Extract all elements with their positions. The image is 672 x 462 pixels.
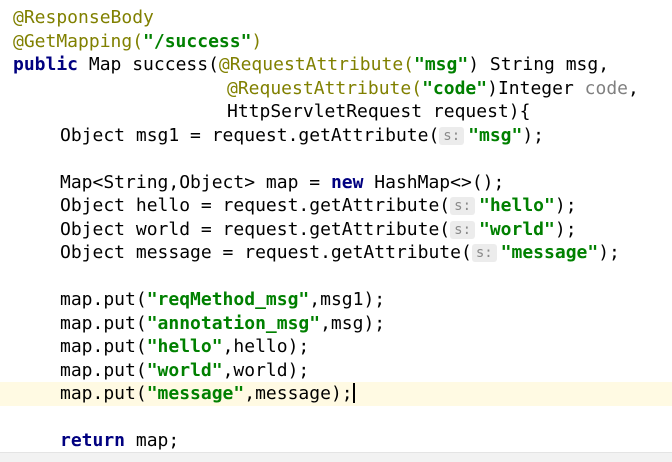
code-token: ,msg); [320,312,386,334]
code-token: map.put( [60,289,147,310]
code-line-14: map.put("annotation_msg",msg); [0,312,672,336]
text-caret [352,383,355,403]
code-token: map.put( [60,312,147,334]
parameter-hint: s: [439,126,465,145]
string-token: "reqMethod_msg" [146,289,310,310]
string-token: "message" [500,242,599,263]
code-line-11: Object message = request.getAttribute(s:… [0,241,672,265]
annotation-token: @GetMapping( [13,30,144,52]
code-line-5: HttpServletRequest request){ [0,100,672,124]
parameter-hint: s: [471,244,497,262]
code-token: Object world = request.getAttribute( [60,218,451,240]
annotation-token: ) [251,30,263,52]
code-token: Object msg1 = request.getAttribute( [60,124,440,146]
parameter-hint: s: [450,220,475,239]
code-token: ); [522,124,545,146]
code-token: ,hello); [222,336,310,357]
code-token: ,msg1); [309,289,386,310]
code-line-6: Object msg1 = request.getAttribute(s: "ms… [0,124,672,148]
code-line-15: map.put("hello",hello); [0,335,672,359]
code-line-16: map.put("world",world); [0,359,672,383]
string-token: "msg" [468,124,523,146]
keyword-token: return [60,430,126,451]
code-line-19: return map; [0,429,672,453]
code-line-1: @ResponseBody [0,6,672,30]
code-line-2: @GetMapping("/success") [0,30,672,54]
code-token: , [628,77,639,99]
code-token: ); [554,218,577,240]
code-line-3: public Map success(@RequestAttribute("ms… [0,53,672,77]
annotation-token: @RequestAttribute( [227,77,423,99]
code-token: Object hello = request.getAttribute( [60,195,451,216]
code-line-4: @RequestAttribute("code")Integer code, [0,77,672,101]
code-token: ); [598,242,620,263]
string-token: "hello" [479,195,555,216]
annotation-token: @ResponseBody [13,7,154,28]
string-token: "world" [146,359,223,381]
code-token: map.put( [60,383,147,404]
annotation-token: @RequestAttribute( [218,54,414,75]
code-token: map.put( [60,336,147,357]
code-token: HttpServletRequest request){ [227,101,531,122]
code-token: HashMap<>(); [363,171,505,193]
code-token: ,world); [222,359,310,381]
string-token: "code" [422,77,488,99]
code-line-17-current[interactable]: map.put("message",message); [0,382,672,406]
string-token: "world" [479,218,555,240]
code-token: ); [554,195,577,216]
code-line-9: Object hello = request.getAttribute(s: "h… [0,194,672,218]
string-token: "annotation_msg" [146,312,321,334]
code-line-8: Map<String,Object> map = new HashMap<>()… [0,171,672,195]
keyword-token: public [13,54,79,75]
code-line-13: map.put("reqMethod_msg",msg1); [0,288,672,312]
code-token: Map<String,Object> map = [60,171,331,193]
code-token: ,message); [244,383,353,404]
code-token: Map success( [78,54,219,75]
keyword-token: new [330,171,364,193]
string-token: "msg" [414,54,469,75]
code-line-10: Object world = request.getAttribute(s: "w… [0,218,672,242]
string-token: "message" [146,383,245,404]
unused-parameter-token: code [584,77,629,99]
code-token: map.put( [60,359,147,381]
code-editor[interactable]: @ResponseBody @GetMapping("/success") pu… [0,0,672,462]
code-token: )Integer [487,77,585,99]
parameter-hint: s: [450,197,475,215]
string-token: "hello" [146,336,223,357]
code-token: Object message = request.getAttribute( [60,242,472,263]
code-token: map; [125,430,180,451]
string-token: "/success" [143,30,252,52]
code-token: ) String msg, [468,54,610,75]
